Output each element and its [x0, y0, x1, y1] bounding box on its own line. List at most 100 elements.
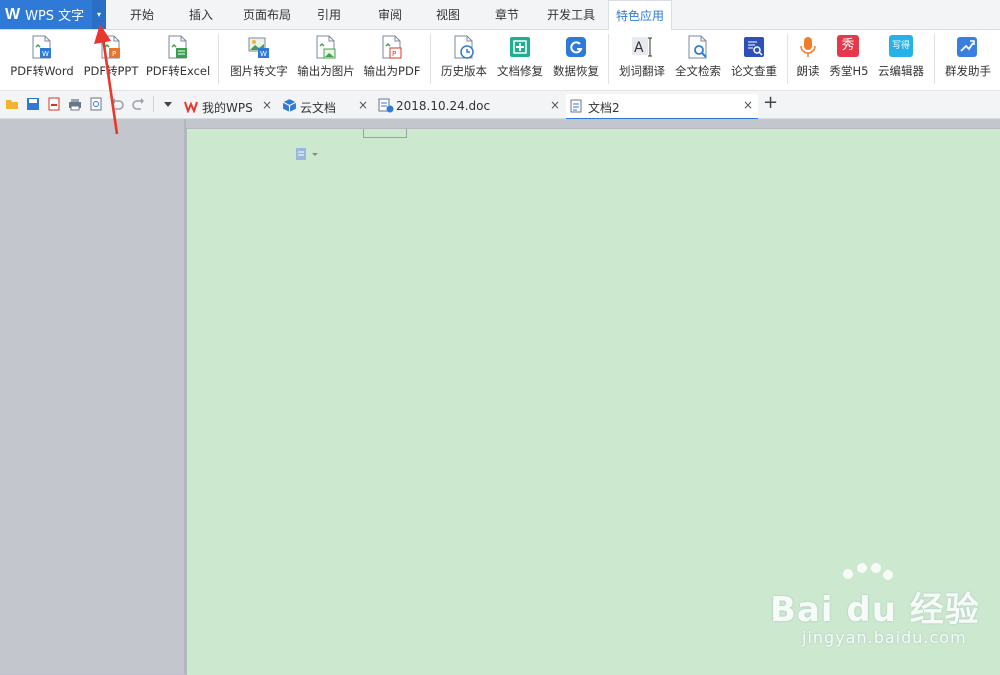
document-tab-bar: 我的WPS × 云文档 × 2018.10.24.doc × 文档2 × + — [0, 91, 1000, 120]
pdf-to-word-icon: W — [32, 35, 51, 59]
mass-send-icon — [957, 37, 977, 57]
ribbon-label: 文档修复 — [497, 64, 543, 78]
data-recovery-button[interactable]: 数据恢复 — [548, 30, 604, 90]
export-pdf-quick-icon[interactable] — [47, 97, 61, 111]
ribbon-label: 输出为PDF — [363, 64, 421, 78]
doc-file-icon — [570, 99, 582, 113]
plagiarism-check-icon — [744, 37, 764, 57]
mass-send-button[interactable]: 群发助手 — [940, 30, 996, 90]
ribbon-label: 朗读 — [796, 64, 820, 78]
ribbon-separator — [430, 34, 431, 84]
translate-icon: A — [632, 37, 652, 57]
doc-repair-icon — [510, 37, 530, 57]
tab-label: 文档2 — [588, 101, 620, 115]
export-pdf-button[interactable]: P 输出为PDF — [360, 30, 424, 90]
open-folder-icon[interactable] — [5, 97, 19, 111]
app-title: WPS 文字 — [25, 9, 85, 24]
ribbon-separator — [218, 34, 219, 84]
svg-text:P: P — [112, 50, 116, 58]
ribbon-label: 数据恢复 — [553, 64, 599, 78]
tab-special-apps[interactable]: 特色应用 — [608, 0, 672, 30]
translate-button[interactable]: A 划词翻译 — [614, 30, 670, 90]
tab-chapter[interactable]: 章节 — [483, 0, 531, 29]
pdf-to-ppt-button[interactable]: P PDF转PPT — [80, 30, 142, 90]
doc-repair-button[interactable]: 文档修复 — [492, 30, 548, 90]
ribbon-label: PDF转PPT — [83, 64, 139, 78]
ribbon-separator — [608, 34, 609, 84]
export-image-button[interactable]: 输出为图片 — [294, 30, 358, 90]
watermark-url: jingyan.baidu.com — [802, 628, 967, 647]
tab-review[interactable]: 审阅 — [366, 0, 414, 29]
baidu-jingyan-watermark: Bai du 经验 jingyan.baidu.com — [770, 560, 1000, 660]
tab-close-icon[interactable]: × — [358, 98, 368, 112]
plagiarism-check-button[interactable]: 论文查重 — [726, 30, 782, 90]
ribbon: W PDF转Word P PDF转PPT PDF转Excel W 图片转文字 输… — [0, 30, 1000, 91]
image-to-text-icon: W — [248, 37, 269, 58]
pdf-to-excel-icon — [168, 35, 187, 59]
tab-start[interactable]: 开始 — [117, 0, 167, 29]
toolbar-separator — [153, 96, 154, 112]
pdf-to-ppt-icon: P — [101, 35, 120, 59]
watermark-brand: Bai du 经验 — [770, 590, 980, 630]
print-preview-icon[interactable] — [89, 97, 103, 111]
redo-icon[interactable] — [132, 97, 146, 111]
svg-text:W: W — [260, 50, 267, 58]
ribbon-label: 全文检索 — [675, 64, 721, 78]
new-tab-button[interactable]: + — [763, 92, 778, 113]
wps-logo-icon: W — [5, 5, 21, 23]
xiutang-icon: 秀 — [837, 35, 859, 57]
read-aloud-button[interactable]: 朗读 — [790, 30, 826, 90]
ribbon-label: 历史版本 — [441, 64, 487, 78]
tab-label: 我的WPS — [202, 101, 253, 115]
tab-insert[interactable]: 插入 — [176, 0, 226, 29]
pdf-to-excel-button[interactable]: PDF转Excel — [144, 30, 212, 90]
cloud-editor-button[interactable]: 写得 云编辑器 — [874, 30, 928, 90]
tab-close-icon[interactable]: × — [550, 98, 560, 112]
ribbon-label: 云编辑器 — [878, 64, 924, 78]
doc-tab-my-wps[interactable]: 我的WPS × — [180, 94, 278, 118]
ribbon-label: 秀堂H5 — [829, 64, 869, 78]
export-image-icon — [316, 35, 336, 59]
tab-close-icon[interactable]: × — [743, 98, 753, 112]
ribbon-label: 论文查重 — [731, 64, 777, 78]
cloud-cube-icon — [282, 99, 297, 112]
tab-label: 云文档 — [300, 101, 337, 115]
fulltext-search-icon — [688, 35, 707, 59]
tab-references[interactable]: 引用 — [305, 0, 353, 29]
menu-bar: W WPS 文字 ▾ 开始 插入 页面布局 引用 审阅 视图 章节 开发工具 特… — [0, 0, 1000, 30]
tab-view[interactable]: 视图 — [424, 0, 472, 29]
cloud-editor-icon: 写得 — [889, 35, 913, 57]
tab-page-layout[interactable]: 页面布局 — [236, 0, 298, 29]
ribbon-label: 群发助手 — [945, 64, 991, 78]
ribbon-label: PDF转Excel — [145, 64, 211, 78]
ribbon-label: 划词翻译 — [619, 64, 665, 78]
history-version-button[interactable]: 历史版本 — [436, 30, 492, 90]
print-icon[interactable] — [68, 97, 82, 111]
app-dropdown-button[interactable]: ▾ — [92, 0, 106, 29]
tab-close-icon[interactable]: × — [262, 98, 272, 112]
doc-file-icon — [378, 98, 394, 113]
svg-text:P: P — [392, 50, 396, 58]
wps-logo-red-icon — [184, 101, 198, 113]
fulltext-search-button[interactable]: 全文检索 — [670, 30, 726, 90]
pdf-to-word-button[interactable]: W PDF转Word — [6, 30, 78, 90]
doc-tab-document2[interactable]: 文档2 × — [566, 94, 758, 120]
ribbon-separator — [787, 34, 788, 84]
read-aloud-icon — [800, 37, 816, 57]
doc-tab-cloud-docs[interactable]: 云文档 × — [278, 94, 374, 118]
undo-icon[interactable] — [110, 97, 124, 111]
save-icon[interactable] — [26, 97, 40, 111]
ribbon-separator — [934, 34, 935, 84]
quick-access-dropdown-icon[interactable] — [161, 97, 175, 111]
svg-text:W: W — [42, 50, 49, 58]
export-pdf-icon: P — [382, 35, 402, 59]
tab-developer[interactable]: 开发工具 — [540, 0, 602, 29]
data-recovery-icon — [566, 37, 586, 57]
paste-options-icon[interactable] — [295, 148, 321, 160]
doc-tab-2018-10-24[interactable]: 2018.10.24.doc × — [374, 94, 564, 118]
app-menu-button[interactable]: W WPS 文字 — [0, 0, 92, 29]
image-to-text-button[interactable]: W 图片转文字 — [226, 30, 292, 90]
xiutang-h5-button[interactable]: 秀 秀堂H5 — [826, 30, 872, 90]
page-corner-mark — [363, 129, 407, 138]
ribbon-label: 图片转文字 — [230, 64, 288, 78]
